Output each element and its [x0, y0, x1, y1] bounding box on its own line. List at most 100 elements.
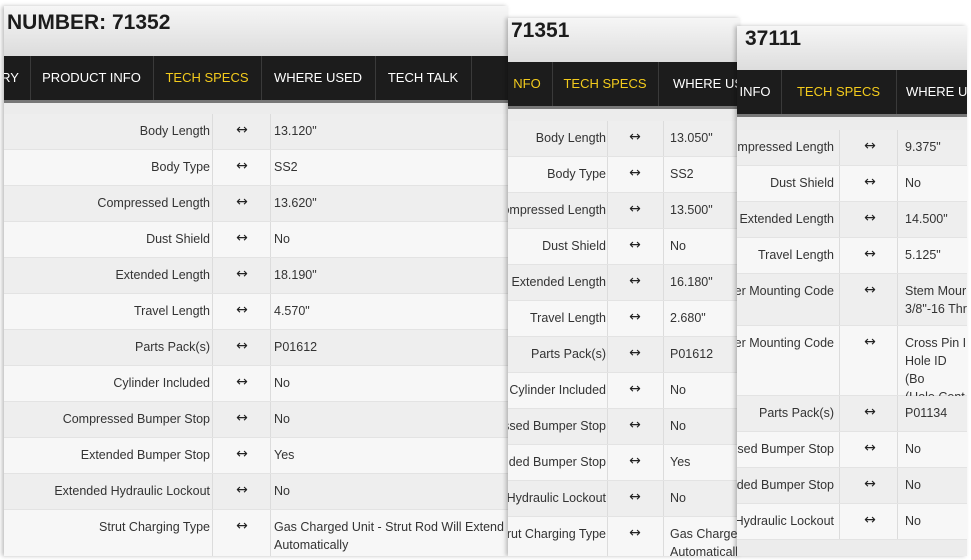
spec-panel-71351: 71351 NFO TECH SPECS WHERE US Body Lengt…: [508, 18, 740, 556]
column-divider: [212, 222, 213, 257]
spec-label: Extended Hydraulic Lockout: [54, 484, 210, 498]
spec-value: 14.500": [905, 212, 948, 226]
spec-row: Compressed Length ↔ 13.620": [4, 186, 508, 222]
left-right-arrow-icon: ↔: [236, 446, 248, 462]
tab-product-info[interactable]: NFO: [508, 62, 553, 106]
spec-row: Parts Pack(s) ↔ P01612: [4, 330, 508, 366]
left-right-arrow-icon: ↔: [629, 165, 641, 181]
column-divider: [212, 510, 213, 556]
spec-label: Parts Pack(s): [758, 406, 834, 420]
left-right-arrow-icon: ↔: [629, 309, 641, 325]
tab-history[interactable]: RY: [4, 56, 31, 100]
specs-table: Body Length ↔ 13.050" Body Type ↔ SS2 Compress…: [508, 121, 740, 556]
spec-value: 13.050": [670, 131, 713, 145]
spec-label: Extended Length: [115, 268, 210, 282]
spec-row: Body Type ↔ SS2: [508, 157, 740, 193]
spec-value: Gas Charged Automatically: [670, 527, 740, 556]
column-divider: [212, 150, 213, 185]
column-divider: [212, 402, 213, 437]
column-divider: [270, 510, 271, 556]
column-divider: [663, 193, 664, 228]
spec-label: Extended Bumper Stop: [80, 448, 210, 462]
spec-label: Travel Length: [134, 304, 210, 318]
column-divider: [270, 474, 271, 509]
left-right-arrow-icon: ↔: [629, 273, 641, 289]
spec-row: Compressed Length ↔ 9.375": [737, 130, 967, 166]
spec-row: Body Length ↔ 13.120": [4, 114, 508, 150]
column-divider: [270, 258, 271, 293]
spec-value: No: [905, 442, 921, 456]
column-divider: [212, 330, 213, 365]
spec-row: Dust Shield ↔ No: [4, 222, 508, 258]
column-divider: [270, 114, 271, 149]
spec-panel-71352: NUMBER: 71352 RY PRODUCT INFO TECH SPECS…: [4, 6, 508, 556]
column-divider: [270, 366, 271, 401]
left-right-arrow-icon: ↔: [236, 302, 248, 318]
spec-value: No: [905, 176, 921, 190]
spec-value: No: [670, 239, 686, 253]
spec-value: 13.620": [274, 196, 317, 210]
column-divider: [270, 330, 271, 365]
column-divider: [839, 432, 840, 467]
tab-where-used[interactable]: WHERE USED: [261, 56, 376, 100]
spec-row: Dust Shield ↔ No: [508, 229, 740, 265]
part-header: 37111: [737, 26, 967, 72]
spec-label: Body Length: [139, 124, 210, 138]
column-divider: [839, 130, 840, 165]
column-divider: [270, 222, 271, 257]
spec-row: Travel Length ↔ 2.680": [508, 301, 740, 337]
tab-tech-specs[interactable]: TECH SPECS: [552, 62, 659, 106]
left-right-arrow-icon: ↔: [864, 404, 876, 420]
spec-label: Upper Mounting Code: [737, 284, 834, 298]
part-number-title: 71351: [511, 19, 570, 42]
part-number-title: 37111: [745, 27, 802, 50]
tab-tech-talk[interactable]: TECH TALK: [375, 56, 472, 100]
column-divider: [212, 294, 213, 329]
left-right-arrow-icon: ↔: [236, 482, 248, 498]
spec-value: No: [274, 484, 290, 498]
spec-label: Extended Bumper Stop: [508, 455, 606, 469]
column-divider: [663, 121, 664, 156]
left-right-arrow-icon: ↔: [236, 338, 248, 354]
spec-row: Extended Hydraulic Lockout ↔ No: [4, 474, 508, 510]
spec-row: Extended Bumper Stop ↔ Yes: [508, 445, 740, 481]
column-divider: [663, 517, 664, 556]
spec-label: Extended Length: [739, 212, 834, 226]
left-right-arrow-icon: ↔: [629, 129, 641, 145]
tab-tech-specs[interactable]: TECH SPECS: [781, 70, 897, 114]
specs-table: Body Length ↔ 13.120" Body Type ↔ SS2 Compress…: [4, 114, 508, 556]
left-right-arrow-icon: ↔: [629, 489, 641, 505]
left-right-arrow-icon: ↔: [864, 138, 876, 154]
left-right-arrow-icon: ↔: [236, 158, 248, 174]
spec-row: Compressed Length ↔ 13.500": [508, 193, 740, 229]
spec-value: P01134: [905, 406, 948, 420]
spec-value: 5.125": [905, 248, 941, 262]
spec-value: 18.190": [274, 268, 317, 282]
spec-label: Compressed Length: [97, 196, 210, 210]
spec-value: No: [905, 478, 921, 492]
spec-value: No: [670, 419, 686, 433]
tab-product-info[interactable]: PRODUCT INFO: [30, 56, 154, 100]
column-divider: [270, 438, 271, 473]
spec-label: Cylinder Included: [509, 383, 606, 397]
spec-value: No: [670, 383, 686, 397]
spec-row: Extended Bumper Stop ↔ No: [737, 468, 967, 504]
spec-row: Body Length ↔ 13.050": [508, 121, 740, 157]
column-divider: [839, 166, 840, 201]
tab-where-used[interactable]: WHERE US: [896, 70, 967, 114]
spec-label: Extended Length: [511, 275, 606, 289]
tab-where-used[interactable]: WHERE US: [658, 62, 740, 106]
spec-label: Strut Charging Type: [508, 527, 606, 541]
spec-label: Extended Hydraulic Lockout: [737, 514, 834, 528]
spec-label: Dust Shield: [770, 176, 834, 190]
tab-product-info[interactable]: INFO: [737, 70, 782, 114]
spec-value: No: [905, 514, 921, 528]
tab-tech-specs[interactable]: TECH SPECS: [153, 56, 262, 100]
spec-value: No: [670, 491, 686, 505]
spec-row: Cylinder Included ↔ No: [508, 373, 740, 409]
spec-value: 4.570": [274, 304, 310, 318]
spec-value: SS2: [670, 167, 694, 181]
left-right-arrow-icon: ↔: [864, 246, 876, 262]
spec-label: Body Type: [547, 167, 606, 181]
left-right-arrow-icon: ↔: [236, 410, 248, 426]
